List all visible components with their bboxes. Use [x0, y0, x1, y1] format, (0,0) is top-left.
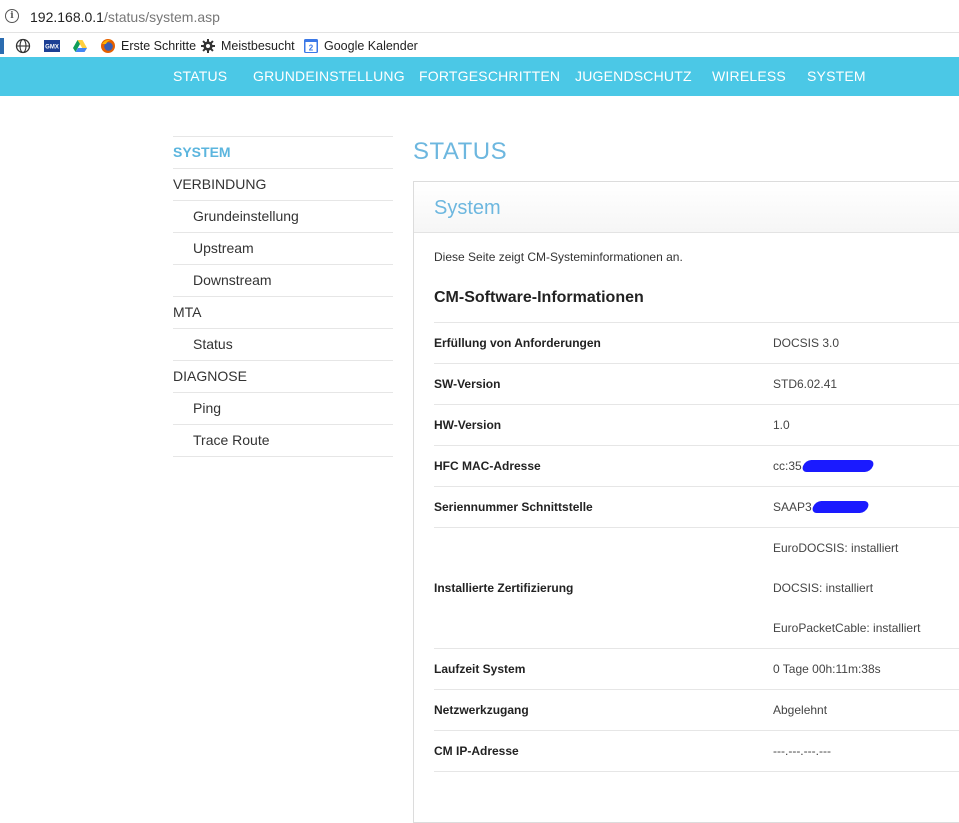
- globe-icon: [15, 38, 31, 54]
- sidebar-item-grundeinstellung[interactable]: Grundeinstellung: [173, 200, 393, 232]
- bookmark-icon: [0, 38, 4, 54]
- sidebar-item-verbindung[interactable]: VERBINDUNG: [173, 168, 393, 200]
- sidebar-item-downstream[interactable]: Downstream: [173, 264, 393, 296]
- row-label: Seriennummer Schnittstelle: [434, 500, 593, 514]
- row-label: Erfüllung von Anforderungen: [434, 336, 601, 350]
- row-label: HW-Version: [434, 418, 502, 432]
- row-value: DOCSIS 3.0: [773, 336, 840, 350]
- table-row: HW-Version 1.0: [434, 405, 959, 446]
- row-value: STD6.02.41: [773, 377, 838, 391]
- page-title: STATUS: [413, 138, 508, 165]
- nav-wireless[interactable]: WIRELESS: [712, 68, 786, 84]
- sidebar: SYSTEM VERBINDUNG Grundeinstellung Upstr…: [173, 136, 393, 457]
- row-label: HFC MAC-Adresse: [434, 459, 541, 473]
- bookmarks-bar: GMX Erste Schritte Meistbesucht 2 Google…: [0, 33, 959, 57]
- sidebar-item-upstream[interactable]: Upstream: [173, 232, 393, 264]
- row-value: EuroPacketCable: installiert: [773, 621, 921, 635]
- info-table: Erfüllung von Anforderungen DOCSIS 3.0 S…: [434, 322, 959, 772]
- google-drive-icon: [72, 38, 88, 54]
- bookmark-google-kalender[interactable]: 2 Google Kalender: [303, 37, 418, 55]
- calendar-icon: 2: [303, 38, 319, 54]
- info-icon[interactable]: i: [5, 9, 19, 23]
- gear-icon: [200, 38, 216, 54]
- bookmark-erste-schritte[interactable]: Erste Schritte: [100, 37, 196, 55]
- table-row: SW-Version STD6.02.41: [434, 364, 959, 405]
- svg-text:2: 2: [309, 44, 314, 53]
- table-row: Netzwerkzugang Abgelehnt: [434, 690, 959, 731]
- nav-jugendschutz[interactable]: JUGENDSCHUTZ: [575, 68, 692, 84]
- nav-fortgeschritten[interactable]: FORTGESCHRITTEN: [419, 68, 560, 84]
- sidebar-item-trace-route[interactable]: Trace Route: [173, 424, 393, 457]
- panel-title: System: [434, 197, 501, 219]
- system-panel: System Diese Seite zeigt CM-Systeminform…: [413, 181, 959, 823]
- bookmark-gmx[interactable]: GMX: [44, 37, 60, 55]
- bookmark-meistbesucht[interactable]: Meistbesucht: [200, 37, 295, 55]
- url-host: 192.168.0.1: [30, 9, 104, 25]
- bookmark-partial[interactable]: [0, 37, 4, 55]
- url-text[interactable]: 192.168.0.1/status/system.asp: [30, 9, 220, 25]
- bookmark-drive[interactable]: [72, 37, 88, 55]
- bookmark-globe[interactable]: [15, 37, 31, 55]
- svg-text:GMX: GMX: [45, 45, 59, 51]
- row-value: 1.0: [773, 418, 790, 432]
- bookmark-label: Erste Schritte: [121, 39, 197, 53]
- table-row: Installierte Zertifizierung EuroDOCSIS: …: [434, 528, 959, 649]
- row-value: Abgelehnt: [773, 703, 828, 717]
- nav-system[interactable]: SYSTEM: [807, 68, 866, 84]
- sidebar-item-diagnose[interactable]: DIAGNOSE: [173, 360, 393, 392]
- nav-grundeinstellung[interactable]: GRUNDEINSTELLUNG: [253, 68, 405, 84]
- row-value-list: EuroDOCSIS: installiert DOCSIS: installi…: [773, 528, 920, 648]
- table-row: Seriennummer Schnittstelle SAAP3: [434, 487, 959, 528]
- row-label: Installierte Zertifizierung: [434, 581, 574, 595]
- top-navigation: STATUS GRUNDEINSTELLUNG FORTGESCHRITTEN …: [0, 57, 959, 96]
- sidebar-item-ping[interactable]: Ping: [173, 392, 393, 424]
- table-row: Erfüllung von Anforderungen DOCSIS 3.0: [434, 323, 959, 364]
- table-row: HFC MAC-Adresse cc:35: [434, 446, 959, 487]
- row-value: cc:35: [773, 459, 802, 473]
- redaction-scribble: [800, 460, 875, 472]
- sidebar-item-mta-status[interactable]: Status: [173, 328, 393, 360]
- sidebar-item-system[interactable]: SYSTEM: [173, 136, 393, 168]
- table-row: CM IP-Adresse ---.---.---.---: [434, 731, 959, 772]
- table-row: Laufzeit System 0 Tage 00h:11m:38s: [434, 649, 959, 690]
- nav-status[interactable]: STATUS: [173, 68, 227, 84]
- redaction-scribble: [810, 501, 870, 513]
- row-value: EuroDOCSIS: installiert: [773, 541, 899, 555]
- panel-description: Diese Seite zeigt CM-Systeminformationen…: [434, 250, 683, 264]
- row-value: 0 Tage 00h:11m:38s: [773, 662, 881, 676]
- firefox-icon: [100, 38, 116, 54]
- address-bar[interactable]: i 192.168.0.1/status/system.asp: [0, 0, 959, 33]
- panel-header: System: [414, 182, 959, 233]
- row-value: DOCSIS: installiert: [773, 581, 874, 595]
- row-value-container: SAAP3: [773, 487, 870, 527]
- section-title: CM-Software-Informationen: [434, 289, 644, 306]
- row-value: SAAP3: [773, 500, 812, 514]
- bookmark-label: Meistbesucht: [221, 39, 295, 53]
- url-path: /status/system.asp: [103, 9, 220, 25]
- row-label: CM IP-Adresse: [434, 744, 519, 758]
- row-value: ---.---.---.---: [773, 744, 831, 758]
- row-label: SW-Version: [434, 377, 501, 391]
- row-label: Netzwerkzugang: [434, 703, 529, 717]
- bookmark-label: Google Kalender: [324, 39, 418, 53]
- sidebar-item-mta[interactable]: MTA: [173, 296, 393, 328]
- gmx-icon: GMX: [44, 38, 60, 54]
- row-value-container: cc:35: [773, 446, 875, 486]
- row-label: Laufzeit System: [434, 662, 526, 676]
